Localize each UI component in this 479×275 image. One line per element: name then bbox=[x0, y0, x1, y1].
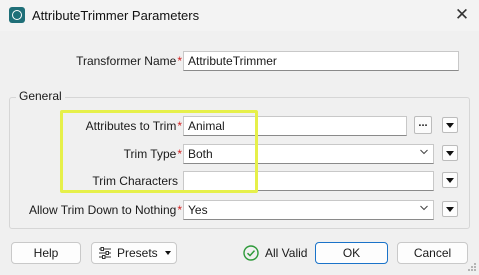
required-marker: * bbox=[177, 54, 182, 68]
ok-button[interactable]: OK bbox=[315, 242, 388, 264]
menu-triangle-icon bbox=[165, 251, 171, 255]
general-group-label: General bbox=[16, 89, 65, 103]
trim-characters-menu-button[interactable] bbox=[442, 172, 458, 188]
title-bar: AttributeTrimmer Parameters ✕ bbox=[0, 0, 479, 31]
cancel-button[interactable]: Cancel bbox=[397, 242, 468, 264]
required-marker: * bbox=[177, 203, 182, 217]
transformer-name-field[interactable]: AttributeTrimmer bbox=[183, 51, 459, 71]
window-title: AttributeTrimmer Parameters bbox=[32, 8, 200, 23]
help-button[interactable]: Help bbox=[11, 242, 81, 264]
resize-grip-icon[interactable] bbox=[467, 261, 477, 271]
presets-icon bbox=[98, 246, 112, 260]
app-icon bbox=[9, 7, 25, 23]
browse-attributes-button[interactable]: ... bbox=[414, 116, 432, 134]
close-icon[interactable]: ✕ bbox=[449, 3, 475, 27]
allow-trim-down-select[interactable]: Yes bbox=[183, 200, 434, 220]
highlight-box bbox=[60, 110, 258, 193]
chevron-down-icon bbox=[420, 148, 428, 156]
check-circle-icon bbox=[243, 245, 259, 261]
chevron-down-icon bbox=[420, 204, 428, 212]
validation-status: All Valid bbox=[265, 246, 308, 260]
transformer-name-label: Transformer Name* bbox=[76, 54, 182, 68]
trim-type-menu-button[interactable] bbox=[442, 145, 458, 161]
allow-trim-down-menu-button[interactable] bbox=[442, 201, 458, 217]
allow-trim-down-label: Allow Trim Down to Nothing* bbox=[28, 203, 182, 217]
presets-button[interactable]: Presets bbox=[91, 242, 177, 264]
attributes-to-trim-menu-button[interactable] bbox=[442, 117, 458, 133]
